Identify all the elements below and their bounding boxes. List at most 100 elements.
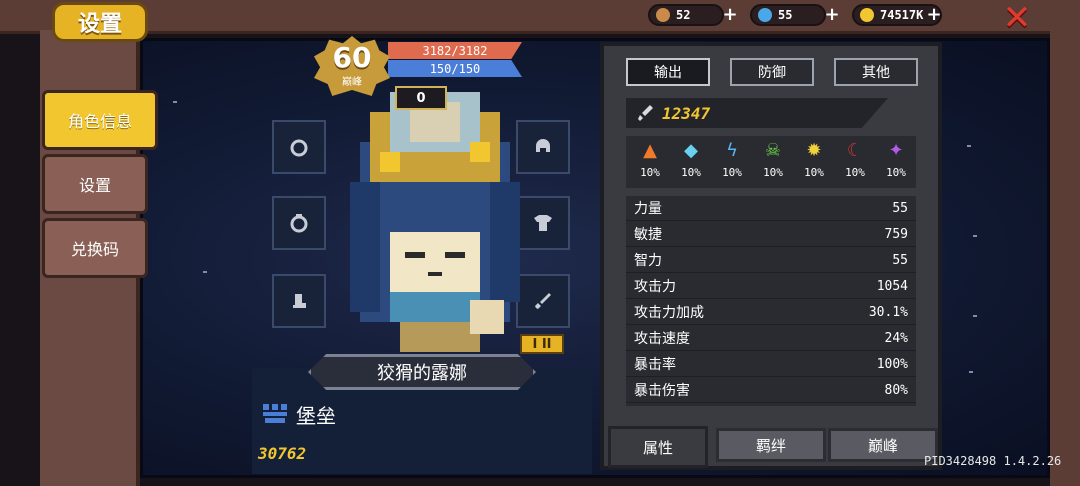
stat-label: 攻击力 bbox=[634, 279, 676, 295]
stat-label: 智力 bbox=[634, 253, 662, 269]
attribute-table: 力量 55 敏捷 759 智力 55 攻击力 1054 攻击力加成 30.1% 攻击速度 2… bbox=[626, 196, 916, 406]
stat-value: 24% bbox=[884, 330, 908, 346]
stat-label: 力量 bbox=[634, 201, 662, 217]
table-row: 攻击速度 24% bbox=[626, 326, 916, 351]
stat-value: 55 bbox=[892, 252, 908, 268]
stat-label: 攻击力加成 bbox=[634, 305, 704, 321]
stat-value: 80% bbox=[884, 382, 908, 398]
equipment-slot-boots[interactable] bbox=[272, 274, 326, 328]
arcane-icon: ✦ bbox=[888, 140, 904, 161]
mp-bar: 150/150 bbox=[388, 60, 522, 77]
element-light-value: 10% bbox=[804, 166, 824, 179]
add-materials-button[interactable]: + bbox=[720, 4, 740, 26]
star-decoration bbox=[173, 101, 177, 103]
element-lightning: ϟ 10% bbox=[712, 136, 752, 188]
element-fire: ▲ 10% bbox=[630, 136, 670, 188]
stat-label: 暴击率 bbox=[634, 357, 676, 373]
light-icon: ✹ bbox=[806, 140, 822, 161]
tab-defense[interactable]: 防御 bbox=[730, 58, 814, 86]
table-row: 力量 55 bbox=[626, 196, 916, 221]
star-decoration bbox=[967, 145, 971, 147]
tab-bonds[interactable]: 羁绊 bbox=[716, 428, 826, 462]
version-label: PID3428498 1.4.2.26 bbox=[924, 454, 1062, 468]
character-power: 30762 bbox=[258, 444, 307, 463]
gems-value: 55 bbox=[778, 8, 793, 22]
fire-icon: ▲ bbox=[643, 140, 657, 161]
add-coins-button[interactable]: + bbox=[924, 4, 944, 26]
equipment-slot-helmet[interactable] bbox=[516, 120, 570, 174]
element-ice: ◆ 10% bbox=[671, 136, 711, 188]
equipment-slot-armor[interactable] bbox=[516, 196, 570, 250]
stat-value: 1054 bbox=[876, 278, 908, 294]
boots-icon bbox=[293, 294, 306, 308]
equipment-slot-weapon[interactable] bbox=[516, 274, 570, 328]
star-decoration bbox=[973, 235, 977, 237]
element-arcane-value: 10% bbox=[886, 166, 906, 179]
stat-label: 敏捷 bbox=[634, 227, 662, 243]
gems-counter: 55 bbox=[750, 4, 826, 26]
table-row: 智力 55 bbox=[626, 248, 916, 273]
sword-icon bbox=[638, 105, 653, 121]
coin-icon bbox=[860, 8, 874, 22]
tab-output[interactable]: 输出 bbox=[626, 58, 710, 86]
tab-other[interactable]: 其他 bbox=[834, 58, 918, 86]
lightning-icon: ϟ bbox=[726, 140, 738, 161]
table-row: 暴击伤害 80% bbox=[626, 378, 916, 403]
stat-value: 55 bbox=[892, 200, 908, 216]
ring-icon bbox=[290, 139, 308, 157]
sidebar-item-character-info[interactable]: 角色信息 bbox=[42, 90, 158, 150]
tab-attributes[interactable]: 属性 bbox=[608, 426, 708, 468]
helmet-icon bbox=[536, 139, 550, 152]
element-poison: ☠ 10% bbox=[753, 136, 793, 188]
page-title: 设置 bbox=[52, 2, 148, 42]
element-lightning-value: 10% bbox=[722, 166, 742, 179]
stat-value: 100% bbox=[876, 356, 908, 372]
amulet-icon bbox=[290, 214, 308, 233]
table-row: 暴击率 100% bbox=[626, 352, 916, 377]
star-decoration bbox=[203, 271, 207, 273]
materials-value: 52 bbox=[676, 8, 691, 22]
dark-icon: ☾ bbox=[846, 140, 864, 161]
stat-value: 30.1% bbox=[868, 304, 908, 320]
sidebar-item-redeem-code[interactable]: 兑换码 bbox=[42, 218, 148, 278]
element-dark-value: 10% bbox=[845, 166, 865, 179]
attack-power-row: 12347 bbox=[626, 98, 888, 128]
gem-socket-count: 0 bbox=[395, 86, 447, 110]
element-arcane: ✦ 10% bbox=[876, 136, 916, 188]
table-row: 攻击力 1054 bbox=[626, 274, 916, 299]
element-fire-value: 10% bbox=[640, 166, 660, 179]
table-row: 攻击力加成 30.1% bbox=[626, 300, 916, 325]
ice-icon: ◆ bbox=[684, 140, 698, 161]
armor-icon bbox=[534, 215, 552, 231]
table-row: 敏捷 759 bbox=[626, 222, 916, 247]
stat-label: 暴击伤害 bbox=[634, 383, 690, 399]
poison-icon: ☠ bbox=[764, 140, 782, 161]
add-gems-button[interactable]: + bbox=[822, 4, 842, 26]
hp-bar: 3182/3182 bbox=[388, 42, 522, 59]
coins-value: 74517K bbox=[880, 8, 924, 22]
right-wood-panel bbox=[1050, 30, 1080, 486]
equipment-slot-amulet[interactable] bbox=[272, 196, 326, 250]
element-poison-value: 10% bbox=[763, 166, 783, 179]
gem-icon bbox=[758, 8, 772, 22]
element-dark: ☾ 10% bbox=[835, 136, 875, 188]
tab-peak[interactable]: 巅峰 bbox=[828, 428, 938, 462]
fortress-icon bbox=[263, 404, 287, 423]
materials-counter: 52 bbox=[648, 4, 724, 26]
equipment-slot-ring[interactable] bbox=[272, 120, 326, 174]
stat-label: 攻击速度 bbox=[634, 331, 690, 347]
sidebar-item-settings[interactable]: 设置 bbox=[42, 154, 148, 214]
element-ice-value: 10% bbox=[681, 166, 701, 179]
tier-badge: I II bbox=[520, 334, 564, 354]
sword-icon bbox=[535, 293, 551, 309]
hero-character-sprite bbox=[350, 92, 520, 352]
element-resistances: ▲ 10% ◆ 10% ϟ 10% ☠ 10% ✹ 10% ☾ 10% ✦ 10… bbox=[626, 136, 916, 188]
stat-value: 759 bbox=[884, 226, 908, 242]
element-light: ✹ 10% bbox=[794, 136, 834, 188]
level-number: 60 bbox=[332, 41, 372, 74]
close-button[interactable]: ✕ bbox=[1000, 1, 1034, 36]
character-name-plate: 狡猾的露娜 bbox=[308, 354, 536, 390]
star-decoration bbox=[969, 371, 973, 373]
level-tag: 巅峰 bbox=[342, 77, 362, 88]
bag-icon bbox=[656, 8, 670, 22]
